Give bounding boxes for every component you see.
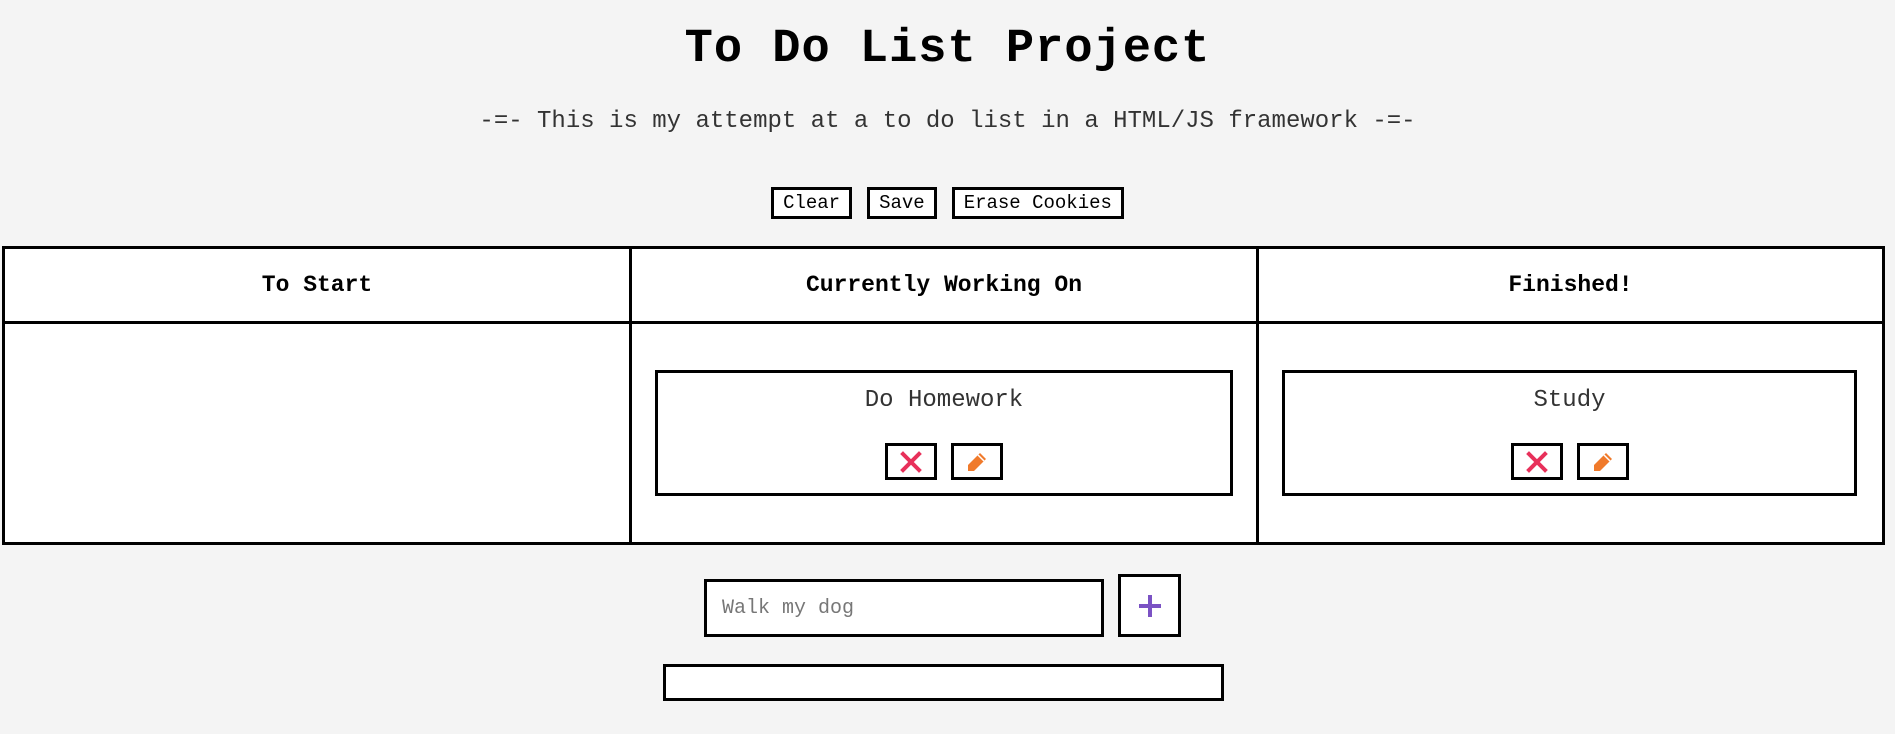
toolbar: Clear Save Erase Cookies [0, 187, 1895, 219]
page-subtitle: -=- This is my attempt at a to do list i… [479, 108, 1416, 135]
clear-button[interactable]: Clear [771, 187, 853, 219]
new-task-input[interactable] [704, 579, 1104, 637]
close-icon [1525, 450, 1548, 473]
task-name: Study [1533, 387, 1606, 414]
column-header-to-start: To Start [5, 249, 632, 324]
column-to-start[interactable] [5, 324, 632, 542]
edit-task-button[interactable] [1576, 443, 1629, 480]
save-button[interactable]: Save [867, 187, 937, 219]
task-actions [1285, 443, 1854, 480]
edit-task-button[interactable] [951, 443, 1003, 480]
pencil-icon [968, 452, 986, 471]
add-task-button[interactable] [1118, 574, 1181, 637]
delete-task-button[interactable] [1510, 443, 1563, 480]
task-card[interactable]: Do Homework [655, 370, 1233, 496]
column-header-finished: Finished! [1259, 249, 1882, 324]
page: To Do List Project -=- This is my attemp… [0, 0, 1895, 734]
plus-icon [1138, 594, 1161, 617]
delete-task-button[interactable] [885, 443, 937, 480]
column-working-on[interactable]: Do Homework [632, 324, 1259, 542]
close-icon [900, 450, 922, 473]
task-card[interactable]: Study [1282, 370, 1857, 496]
pencil-icon [1593, 452, 1612, 471]
erase-cookies-button[interactable]: Erase Cookies [951, 187, 1124, 219]
page-title: To Do List Project [684, 23, 1211, 76]
column-finished[interactable]: Study [1259, 324, 1882, 542]
task-actions [658, 443, 1230, 480]
column-header-working-on: Currently Working On [632, 249, 1259, 324]
task-board: To Start Currently Working On Finished! … [2, 246, 1885, 545]
task-name: Do Homework [864, 387, 1024, 414]
status-bar [663, 664, 1224, 701]
